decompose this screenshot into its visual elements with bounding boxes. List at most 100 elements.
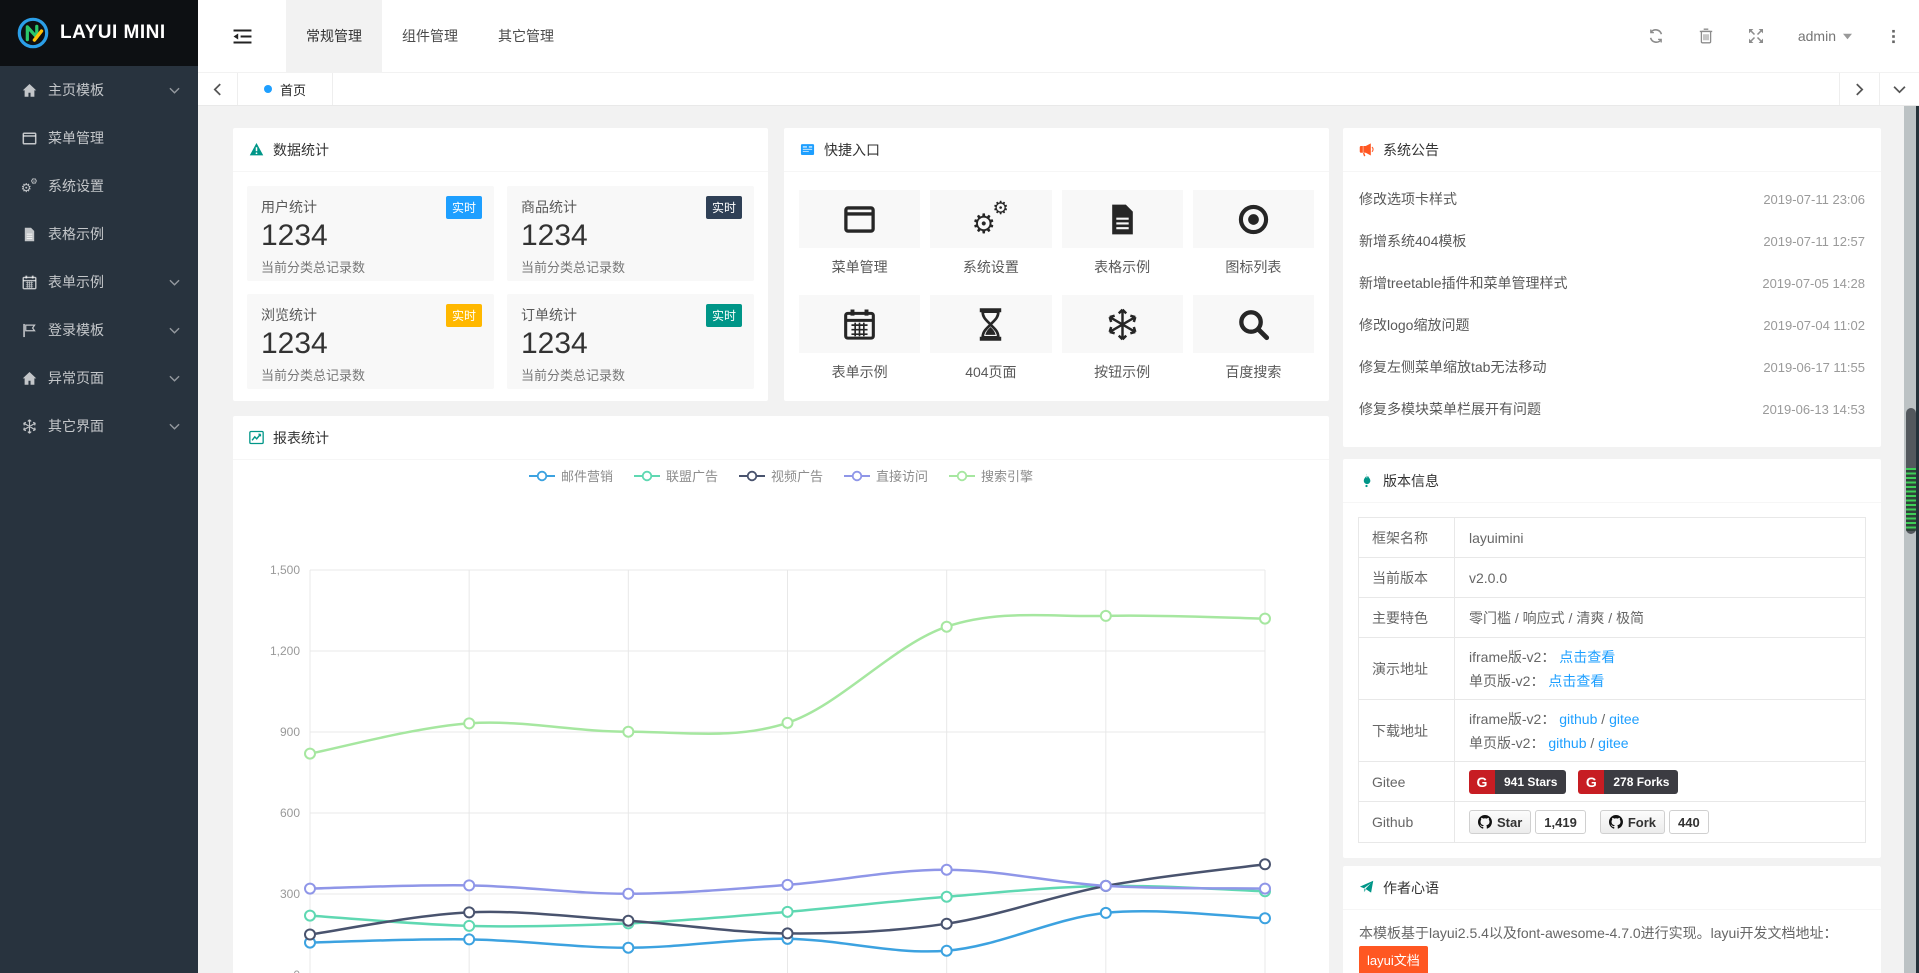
card-report-chart: 报表统计 邮件营销 联盟广告 视频广告 直接访问 搜索引擎 0300600900… bbox=[233, 416, 1329, 973]
dot-circle-icon bbox=[1237, 203, 1270, 236]
card-title: 系统公告 bbox=[1383, 140, 1439, 160]
sidebar-item-5[interactable]: 登录模板 bbox=[0, 306, 198, 354]
svg-text:1,200: 1,200 bbox=[270, 644, 300, 658]
flag-icon bbox=[22, 323, 42, 338]
announcement-row[interactable]: 新增treetable插件和菜单管理样式 2019-07-05 14:28 bbox=[1359, 262, 1865, 304]
card-quick-entry: 快捷入口 菜单管理 ⚙⚙ 系统设置 表格示例 图标列表 表单示例 404页面 按… bbox=[784, 128, 1329, 401]
quick-entry-系统设置[interactable]: ⚙⚙ 系统设置 bbox=[930, 190, 1051, 277]
sidebar-item-2[interactable]: ⚙⚙ 系统设置 bbox=[0, 162, 198, 210]
link-点击查看[interactable]: 点击查看 bbox=[1559, 649, 1615, 665]
author-note-text: 本模板基于layui2.5.4以及font-awesome-4.7.0进行实现。… bbox=[1343, 910, 1881, 973]
announcement-row[interactable]: 修复左侧菜单缩放tab无法移动 2019-06-17 11:55 bbox=[1359, 346, 1865, 388]
file-icon bbox=[22, 227, 42, 242]
main-content: 数据统计 用户统计 实时 1234 当前分类总记录数 商品统计 实时 1234 … bbox=[198, 106, 1919, 973]
sidebar-item-6[interactable]: 异常页面 bbox=[0, 354, 198, 402]
home-icon bbox=[22, 371, 42, 386]
fullscreen-icon[interactable] bbox=[1748, 28, 1764, 44]
announcement-row[interactable]: 修改选项卡样式 2019-07-11 23:06 bbox=[1359, 178, 1865, 220]
quick-entry-label: 系统设置 bbox=[930, 257, 1051, 277]
github-count[interactable]: 1,419 bbox=[1535, 810, 1586, 834]
version-row: 主要特色 零门槛 / 响应式 / 清爽 / 极简 bbox=[1359, 598, 1865, 638]
github-count[interactable]: 440 bbox=[1669, 810, 1709, 834]
line-chart: 03006009001,2001,500周一周二周三周四周五周六周日 bbox=[233, 460, 1329, 973]
gitee-badge[interactable]: G278 Forks bbox=[1578, 770, 1678, 794]
announcement-time: 2019-06-13 14:53 bbox=[1762, 402, 1865, 417]
announcement-row[interactable]: 修复多模块菜单栏展开有问题 2019-06-13 14:53 bbox=[1359, 388, 1865, 430]
version-table: 框架名称 layuimini 当前版本 v2.0.0 主要特色 零门槛 / 响应… bbox=[1358, 517, 1866, 843]
nav-tab-1[interactable]: 组件管理 bbox=[382, 0, 478, 72]
sidebar-toggle-button[interactable] bbox=[198, 0, 286, 72]
stat-value: 1234 bbox=[261, 219, 480, 254]
search-icon bbox=[1237, 308, 1270, 341]
tab-home[interactable]: 首页 bbox=[238, 73, 333, 105]
clear-cache-trash-icon[interactable] bbox=[1698, 28, 1714, 44]
layui-doc-badge[interactable]: layui文档 bbox=[1359, 946, 1428, 973]
layui-logo-icon bbox=[16, 16, 50, 50]
quick-entry-按钮示例[interactable]: 按钮示例 bbox=[1062, 295, 1183, 382]
svg-text:900: 900 bbox=[280, 725, 300, 739]
tab-operations-button[interactable] bbox=[1879, 73, 1919, 105]
github-octocat-icon bbox=[1478, 815, 1492, 829]
sidebar-item-1[interactable]: 菜单管理 bbox=[0, 114, 198, 162]
version-row-label: 演示地址 bbox=[1359, 638, 1455, 699]
announcement-list: 修改选项卡样式 2019-07-11 23:06 新增系统404模板 2019-… bbox=[1343, 172, 1881, 430]
quick-entry-表格示例[interactable]: 表格示例 bbox=[1062, 190, 1183, 277]
version-row-label: Gitee bbox=[1359, 762, 1455, 801]
link-github[interactable]: github bbox=[1559, 711, 1597, 727]
link-gitee[interactable]: gitee bbox=[1609, 711, 1639, 727]
sidebar-item-3[interactable]: 表格示例 bbox=[0, 210, 198, 258]
quick-entry-label: 按钮示例 bbox=[1062, 362, 1183, 382]
tab-scroll-left-button[interactable] bbox=[198, 73, 238, 105]
github-Star-button[interactable]: Star bbox=[1469, 810, 1531, 834]
svg-text:1,500: 1,500 bbox=[270, 563, 300, 577]
nav-tab-2[interactable]: 其它管理 bbox=[478, 0, 574, 72]
version-row-label: 下载地址 bbox=[1359, 700, 1455, 761]
quick-entry-菜单管理[interactable]: 菜单管理 bbox=[799, 190, 920, 277]
version-row: 演示地址 iframe版-v2： 点击查看单页版-v2： 点击查看 bbox=[1359, 638, 1865, 700]
sidebar-item-label: 表格示例 bbox=[48, 224, 180, 244]
refresh-icon[interactable] bbox=[1648, 28, 1664, 44]
quick-entry-label: 图标列表 bbox=[1193, 257, 1314, 277]
quick-entry-404页面[interactable]: 404页面 bbox=[930, 295, 1051, 382]
gears-icon: ⚙⚙ bbox=[22, 179, 42, 194]
sidebar-item-7[interactable]: 其它界面 bbox=[0, 402, 198, 450]
link-点击查看[interactable]: 点击查看 bbox=[1548, 673, 1604, 689]
link-gitee[interactable]: gitee bbox=[1598, 735, 1628, 751]
gitee-badge[interactable]: G941 Stars bbox=[1469, 770, 1566, 794]
stat-badge: 实时 bbox=[706, 196, 742, 219]
stats-grid: 用户统计 实时 1234 当前分类总记录数 商品统计 实时 1234 当前分类总… bbox=[233, 172, 768, 403]
announcement-row[interactable]: 修改logo缩放问题 2019-07-04 11:02 bbox=[1359, 304, 1865, 346]
user-menu[interactable]: admin bbox=[1798, 28, 1852, 44]
quick-entry-label: 表单示例 bbox=[799, 362, 920, 382]
navbar-tabs: 常规管理组件管理其它管理 bbox=[286, 0, 574, 72]
tab-scroll-right-button[interactable] bbox=[1839, 73, 1879, 105]
github-Fork-button[interactable]: Fork bbox=[1600, 810, 1665, 834]
stat-badge: 实时 bbox=[706, 304, 742, 327]
quick-entry-图标列表[interactable]: 图标列表 bbox=[1193, 190, 1314, 277]
svg-text:600: 600 bbox=[280, 806, 300, 820]
browser-window-icon bbox=[800, 142, 815, 157]
nav-tab-0[interactable]: 常规管理 bbox=[286, 0, 382, 72]
tab-home-label: 首页 bbox=[280, 80, 306, 99]
sidebar-item-label: 系统设置 bbox=[48, 176, 180, 196]
username: admin bbox=[1798, 28, 1836, 44]
sidebar-item-4[interactable]: 表单示例 bbox=[0, 258, 198, 306]
gears-icon: ⚙⚙ bbox=[974, 203, 1007, 236]
chevron-down-icon bbox=[169, 325, 180, 336]
svg-text:300: 300 bbox=[280, 887, 300, 901]
window-icon bbox=[843, 203, 876, 236]
quick-entry-百度搜索[interactable]: 百度搜索 bbox=[1193, 295, 1314, 382]
chevron-down-icon bbox=[169, 373, 180, 384]
sidebar-item-0[interactable]: 主页模板 bbox=[0, 66, 198, 114]
app-logo[interactable]: LAYUI MINI bbox=[0, 0, 198, 66]
announcement-row[interactable]: 新增系统404模板 2019-07-11 12:57 bbox=[1359, 220, 1865, 262]
stat-value: 1234 bbox=[261, 327, 480, 362]
chevron-down-icon bbox=[169, 421, 180, 432]
link-github[interactable]: github bbox=[1548, 735, 1586, 751]
version-row: 下载地址 iframe版-v2： github / gitee单页版-v2： g… bbox=[1359, 700, 1865, 762]
scrollbar-thumb[interactable] bbox=[1906, 408, 1916, 534]
quick-entry-表单示例[interactable]: 表单示例 bbox=[799, 295, 920, 382]
stat-description: 当前分类总记录数 bbox=[521, 365, 740, 384]
more-vertical-icon[interactable] bbox=[1886, 29, 1901, 44]
quick-entry-label: 表格示例 bbox=[1062, 257, 1183, 277]
